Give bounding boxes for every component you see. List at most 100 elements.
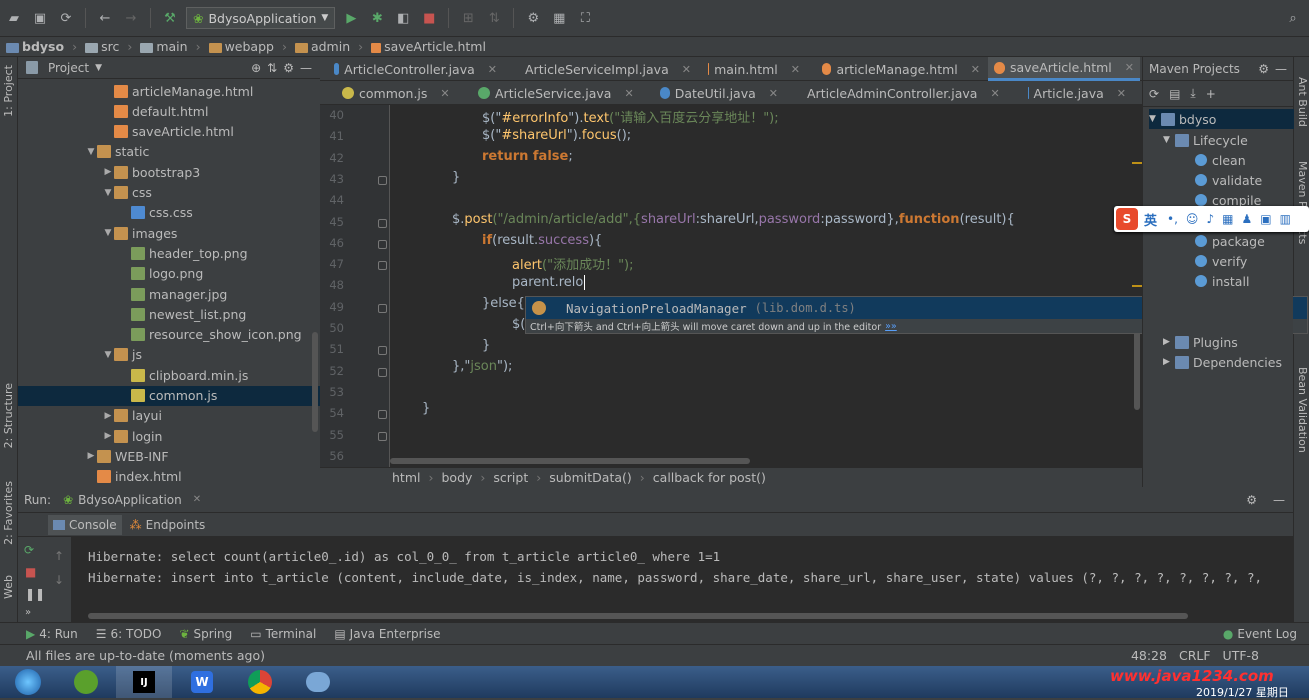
coverage-icon[interactable]: ◧ [393, 8, 413, 28]
close-icon[interactable]: ✕ [971, 63, 980, 76]
menu-icon[interactable]: ▥ [1280, 212, 1291, 226]
maven-goal[interactable]: validate [1183, 170, 1262, 190]
ant-build-tool-button[interactable]: Ant Build [1296, 77, 1309, 127]
tree-file-node[interactable]: header_top.png [18, 243, 320, 263]
close-icon[interactable]: ✕ [440, 87, 449, 100]
taskbar-app[interactable]: IJ [116, 666, 172, 698]
close-icon[interactable]: ✕ [682, 63, 691, 76]
maven-tree-node[interactable]: ▼ Lifecycle [1163, 130, 1248, 150]
build-hammer-icon[interactable]: ⚒ [160, 8, 180, 28]
completion-hint-link[interactable]: »» [885, 321, 897, 332]
editor-tab[interactable]: ArticleServiceImpl.java ✕ [514, 57, 691, 81]
console-horizontal-scrollbar[interactable] [88, 613, 1288, 620]
endpoints-tab[interactable]: ⁂ Endpoints [130, 518, 206, 532]
terminal-tool-tab[interactable]: ▭ Terminal [250, 627, 316, 641]
structure-crumb[interactable]: submitData() [549, 470, 632, 485]
tree-folder-node[interactable]: ▼ css [18, 183, 320, 203]
structure-crumb[interactable]: callback for post() [653, 470, 766, 485]
tree-file-node[interactable]: resource_show_icon.png [18, 325, 320, 345]
breadcrumb-item[interactable]: admin [294, 39, 350, 54]
editor-tab[interactable]: main.html ✕ [702, 57, 806, 81]
scroll-down-icon[interactable]: ↓ [54, 573, 64, 587]
settings-wrench-icon[interactable]: ⚙ [523, 8, 543, 28]
breadcrumb-item[interactable]: saveArticle.html [371, 39, 486, 54]
warning-marker[interactable] [1132, 285, 1142, 287]
taskbar-app[interactable] [290, 666, 346, 698]
scroll-up-icon[interactable]: ↑ [54, 549, 64, 563]
bean-validation-tool-button[interactable]: Bean Validation [1296, 367, 1309, 453]
tree-folder-node[interactable]: ▶ login [18, 426, 320, 446]
chevron-down-icon[interactable]: ▼ [1149, 114, 1161, 124]
editor-tab[interactable]: DateUtil.java ✕ [654, 81, 784, 105]
gear-icon[interactable]: ⚙ [283, 61, 294, 75]
tree-file-node[interactable]: articleManage.html [18, 81, 320, 101]
maven-goal[interactable]: package [1183, 231, 1265, 251]
taskbar-app[interactable] [232, 666, 288, 698]
emoji-icon[interactable]: ☺ [1186, 212, 1199, 226]
chevron-down-icon[interactable]: ▼ [102, 228, 114, 238]
tree-file-node[interactable]: default.html [18, 101, 320, 121]
sync-icon[interactable]: ⟳ [56, 8, 76, 28]
tree-file-node[interactable]: clipboard.min.js [18, 365, 320, 385]
web-tool-button[interactable]: Web [2, 575, 15, 599]
chevron-down-icon[interactable]: ▼ [85, 147, 97, 157]
forward-arrow-icon[interactable]: → [121, 8, 141, 28]
taskbar-app[interactable] [58, 666, 114, 698]
punctuation-icon[interactable]: •, [1167, 212, 1178, 226]
editor-vertical-scrollbar[interactable] [1132, 105, 1142, 467]
project-scrollbar-thumb[interactable] [312, 332, 318, 432]
chevron-down-icon[interactable]: ▼ [102, 188, 114, 198]
editor-horizontal-scrollbar[interactable] [390, 457, 1132, 465]
warning-marker[interactable] [1132, 162, 1142, 164]
tree-folder-node[interactable]: ▶ bootstrap3 [18, 162, 320, 182]
scrollbar-thumb[interactable] [390, 458, 750, 464]
maven-goal[interactable]: install [1183, 271, 1249, 291]
tree-file-node[interactable]: saveArticle.html [18, 122, 320, 142]
console-tab[interactable]: Console [48, 514, 122, 535]
close-icon[interactable]: ✕ [769, 87, 778, 100]
editor-tab[interactable]: common.js ✕ [336, 81, 456, 105]
scrollbar-thumb[interactable] [88, 613, 1188, 619]
breadcrumb-item[interactable]: webapp [208, 39, 274, 54]
caret-position[interactable]: 48:28 [1131, 648, 1167, 663]
generate-sources-icon[interactable]: ▤ [1169, 87, 1180, 101]
chevron-down-icon[interactable]: ▼ [95, 63, 102, 73]
close-icon[interactable]: ✕ [193, 494, 201, 505]
open-folder-icon[interactable]: ▰ [4, 8, 24, 28]
chevron-right-icon[interactable]: ▶ [102, 411, 114, 421]
project-tool-button[interactable]: 1: Project [2, 65, 15, 117]
maven-tree-node[interactable]: ▶ Dependencies [1163, 352, 1282, 372]
stop-icon[interactable]: ■ [419, 8, 439, 28]
run-tab[interactable]: ❀ BdysoApplication ✕ [63, 493, 201, 507]
spring-tool-tab[interactable]: ❦ Spring [179, 627, 232, 641]
sogou-ime-toolbar[interactable]: S 英 •, ☺ ♪ ▦ ♟ ▣ ▥ [1114, 206, 1309, 232]
debug-bug-icon[interactable]: ✱ [367, 8, 387, 28]
stop-icon[interactable]: ■ [25, 565, 36, 579]
editor-tab[interactable]: articleManage.html ✕ [816, 57, 986, 81]
keyboard-icon[interactable]: ▦ [1222, 212, 1233, 226]
hide-panel-icon[interactable]: — [300, 61, 312, 75]
java-enterprise-tool-tab[interactable]: ▤ Java Enterprise [334, 627, 440, 641]
close-icon[interactable]: ✕ [791, 63, 800, 76]
tree-file-node[interactable]: index.html [18, 467, 320, 487]
back-arrow-icon[interactable]: ← [95, 8, 115, 28]
tree-folder-node[interactable]: ▼ static [18, 142, 320, 162]
run-configuration-select[interactable]: ❀ BdysoApplication ▼ [186, 7, 336, 29]
breadcrumb-item[interactable]: src [85, 39, 119, 54]
toolbox-icon[interactable]: ▣ [1260, 212, 1271, 226]
rerun-icon[interactable]: ⟳ [24, 543, 34, 557]
editor-tab[interactable]: saveArticle.html ✕ [988, 57, 1140, 81]
todo-tool-tab[interactable]: ☰ 6: TODO [96, 627, 162, 641]
chevron-right-icon[interactable]: ▶ [1163, 357, 1175, 367]
taskbar-app[interactable]: W [174, 666, 230, 698]
gear-icon[interactable]: ⚙ [1258, 62, 1269, 76]
chevron-down-icon[interactable]: ▼ [1163, 135, 1175, 145]
chevron-right-icon[interactable]: ▶ [102, 167, 114, 177]
breadcrumb-item[interactable]: bdyso [6, 39, 64, 54]
collapse-all-icon[interactable]: ⇅ [267, 61, 277, 75]
structure-crumb[interactable]: body [441, 470, 472, 485]
add-icon[interactable]: + [1206, 87, 1216, 101]
close-icon[interactable]: ✕ [488, 63, 497, 76]
structure-crumb[interactable]: html [392, 470, 420, 485]
tree-folder-node[interactable]: ▼ images [18, 223, 320, 243]
